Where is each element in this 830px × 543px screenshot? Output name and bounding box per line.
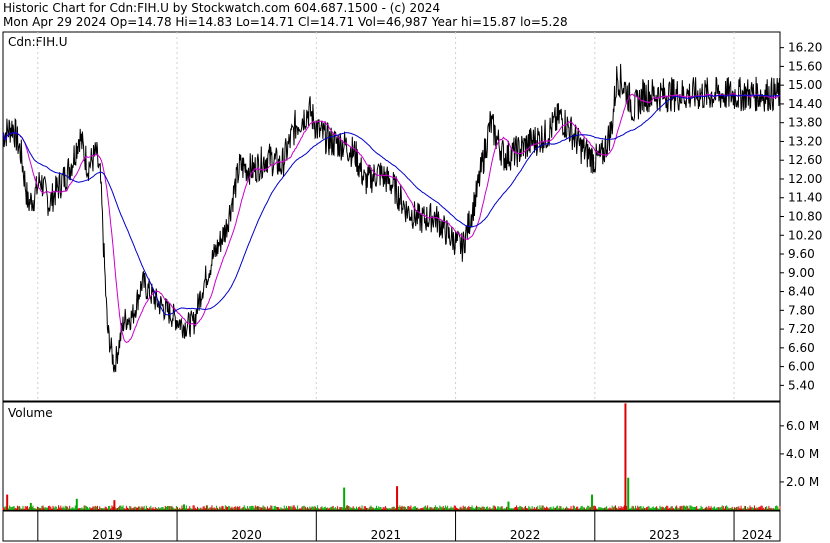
price-tick-label: 15.00 — [788, 78, 822, 92]
price-tick-label: 6.00 — [788, 360, 815, 374]
price-tick-label: 8.40 — [788, 285, 815, 299]
stock-chart: Cdn:FIH.U 16.2015.6015.0014.4013.8013.20… — [2, 31, 822, 542]
volume-bars — [2, 403, 781, 510]
volume-frame — [2, 401, 781, 511]
volume-tick-label: 4.0 M — [786, 447, 819, 461]
price-tick-label: 13.20 — [788, 134, 822, 148]
year-label: 2019 — [92, 528, 123, 542]
price-y-axis: 16.20 15.60 15.00 14.40 13.80 13.20 12.60 12.00… — [780, 41, 822, 392]
price-tick-label: 12.00 — [788, 172, 822, 186]
price-tick-label: 10.80 — [788, 210, 822, 224]
price-tick-label: 6.60 — [788, 341, 815, 355]
volume-panel-title: Volume — [8, 406, 53, 420]
price-tick-label: 15.60 — [788, 59, 822, 73]
year-label: 2024 — [742, 528, 773, 542]
price-tick-label: 9.00 — [788, 266, 815, 280]
price-tick-label: 11.40 — [788, 191, 822, 205]
volume-tick-label: 2.0 M — [786, 475, 819, 489]
price-tick-label: 9.60 — [788, 247, 815, 261]
price-tick-label: 7.20 — [788, 322, 815, 336]
price-tick-label: 16.20 — [788, 41, 822, 55]
year-labels: 2019 2020 2021 2022 2023 2024 — [37, 511, 773, 542]
price-tick-label: 12.60 — [788, 153, 822, 167]
price-series — [2, 63, 781, 373]
volume-panel: Volume 6.0 M 4.0 M 2.0 M — [2, 401, 819, 511]
price-tick-label: 7.80 — [788, 303, 815, 317]
slow-moving-average — [2, 94, 781, 316]
year-label: 2021 — [371, 528, 402, 542]
year-label: 2023 — [649, 528, 680, 542]
price-panel: Cdn:FIH.U 16.2015.6015.0014.4013.8013.20… — [2, 31, 822, 402]
price-tick-label: 5.40 — [788, 378, 815, 392]
price-tick-label: 13.80 — [788, 116, 822, 130]
year-label: 2022 — [510, 528, 541, 542]
volume-y-axis: 6.0 M 4.0 M 2.0 M — [780, 419, 819, 489]
fast-moving-average — [2, 93, 781, 343]
volume-tick-label: 6.0 M — [786, 419, 819, 433]
price-tick-label: 14.40 — [788, 97, 822, 111]
year-label: 2020 — [231, 528, 262, 542]
time-axis: 2019 2020 2021 2022 2023 2024 — [2, 510, 781, 542]
price-tick-label: 10.20 — [788, 228, 822, 242]
